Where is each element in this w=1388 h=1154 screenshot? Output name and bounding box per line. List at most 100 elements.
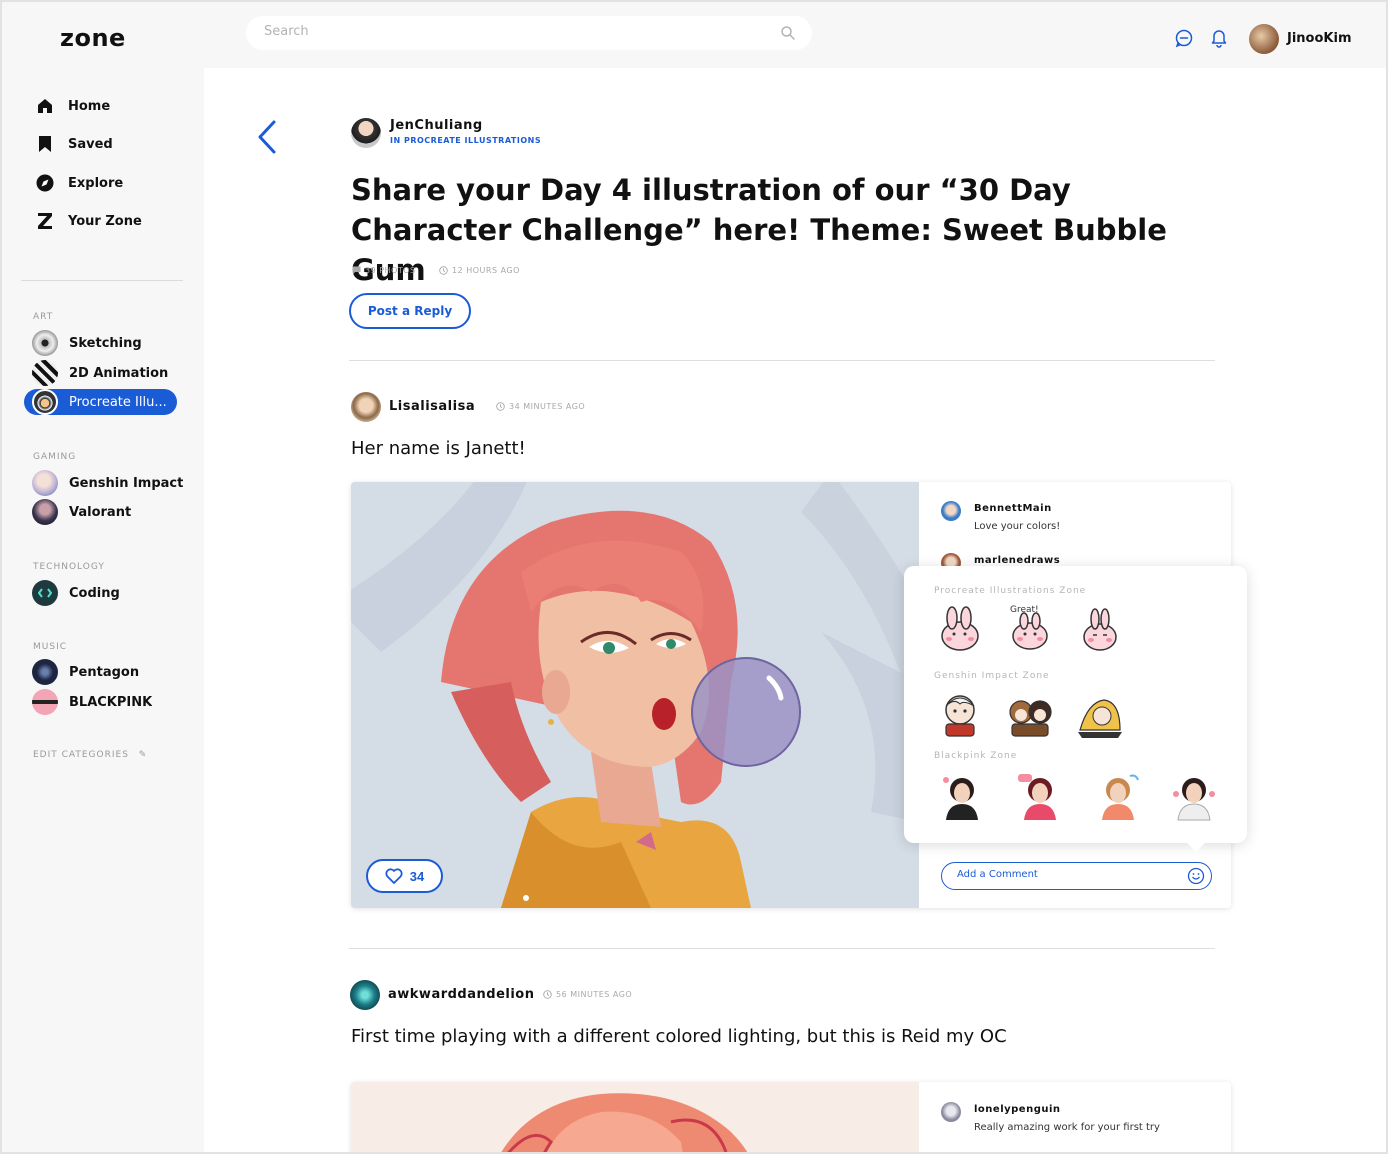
compass-icon [36, 174, 54, 192]
comment-text: Love your colors! [974, 521, 1061, 532]
bookmark-icon [36, 135, 54, 153]
reply-author-name[interactable]: Lisalisalisa [389, 399, 475, 414]
nav-item-explore[interactable]: Explore [36, 172, 123, 194]
category-item-valorant[interactable]: Valorant [24, 499, 131, 525]
genshin-duo-sticker-icon[interactable] [1004, 688, 1056, 740]
sticker-zone-heading: Genshin Impact Zone [934, 671, 1050, 681]
illustration-artwork [351, 482, 919, 908]
divider [349, 360, 1215, 361]
zone-icon [36, 212, 54, 230]
category-item-genshin-impact[interactable]: Genshin Impact [24, 470, 183, 496]
category-item-blackpink[interactable]: BLACKPINK [24, 689, 152, 715]
search-icon[interactable] [780, 25, 796, 41]
shy-bunny-sticker-icon[interactable] [1074, 604, 1126, 656]
category-label: Coding [69, 585, 120, 601]
like-count: 34 [409, 868, 425, 884]
add-comment-field[interactable] [941, 862, 1212, 890]
app-logo[interactable]: zone [60, 24, 126, 52]
notification-bell-icon[interactable] [1209, 27, 1229, 48]
nav-label: Home [68, 98, 111, 114]
reply-time: 56 MINUTES AGO [543, 990, 632, 999]
comment-text: Really amazing work for your first try [974, 1122, 1160, 1133]
category-item-pentagon[interactable]: Pentagon [24, 659, 139, 685]
category-avatar [32, 659, 58, 685]
back-arrow-icon[interactable] [256, 120, 278, 154]
category-item-coding[interactable]: Coding [24, 580, 120, 606]
emoji-icon[interactable] [1187, 867, 1205, 885]
lisa-sticker-icon[interactable] [1092, 770, 1144, 822]
author-avatar[interactable] [351, 118, 381, 148]
category-avatar [32, 389, 58, 415]
reply-card: lonelypenguin Really amazing work for yo… [351, 1082, 1231, 1152]
bunny-sticker-icon[interactable] [934, 604, 986, 656]
comment-author[interactable]: BennettMain [974, 503, 1052, 514]
nav-label: Explore [68, 175, 124, 191]
category-heading-technology: TECHNOLOGY [33, 562, 105, 572]
reply-illustration[interactable] [351, 482, 919, 908]
genshin-traveler-sticker-icon[interactable] [1074, 688, 1126, 740]
clock-icon [543, 990, 552, 999]
category-avatar [32, 689, 58, 715]
genshin-sticker-icon[interactable] [934, 688, 986, 740]
reply-author-avatar[interactable] [350, 980, 380, 1010]
reply-time-label: 56 MINUTES AGO [556, 990, 633, 999]
illustration-artwork [351, 1082, 919, 1152]
reply-time-label: 34 MINUTES AGO [509, 402, 586, 411]
comment-avatar[interactable] [941, 1102, 961, 1122]
search-bar[interactable] [246, 16, 812, 50]
sticker-zone-heading: Procreate Illustrations Zone [934, 586, 1087, 596]
add-comment-input[interactable] [957, 869, 1167, 880]
comment-icon [352, 266, 361, 275]
author-name[interactable]: JenChuliang [390, 118, 483, 133]
user-avatar[interactable] [1249, 24, 1279, 54]
category-item-sketching[interactable]: Sketching [24, 330, 142, 356]
category-label: Pentagon [69, 664, 140, 680]
sidebar: Home Saved Explore Your Zone ART Sketchi… [2, 68, 204, 1152]
top-bar: zone JinooKim [2, 2, 1386, 68]
jisoo-sticker-icon[interactable] [936, 770, 988, 822]
reply-text: First time playing with a different colo… [351, 1026, 1007, 1047]
nav-label: Your Zone [68, 213, 142, 229]
reply-illustration[interactable] [351, 1082, 919, 1152]
heart-icon [385, 868, 403, 884]
rose-sticker-icon[interactable] [1168, 770, 1220, 822]
edit-categories-link[interactable]: EDIT CATEGORIES ✎ [33, 750, 147, 760]
category-avatar [32, 470, 58, 496]
reply-author-name[interactable]: awkwarddandelion [388, 987, 534, 1002]
category-avatar [32, 499, 58, 525]
home-icon [36, 97, 54, 115]
comment-avatar[interactable] [941, 501, 961, 521]
category-heading-music: MUSIC [33, 642, 68, 652]
post-reply-button[interactable]: Post a Reply [349, 293, 471, 329]
jennie-sticker-icon[interactable] [1014, 770, 1066, 822]
category-label: Valorant [69, 504, 132, 520]
comment-author[interactable]: marlenedraws [974, 555, 1060, 566]
pencil-icon: ✎ [138, 750, 148, 760]
photo-count: 39 PHOTOS [352, 266, 416, 275]
nav-item-saved[interactable]: Saved [36, 133, 113, 155]
reply-text: Her name is Janett! [351, 438, 526, 459]
user-name[interactable]: JinooKim [1287, 31, 1352, 46]
category-label: Genshin Impact [69, 475, 184, 491]
clock-icon [439, 266, 448, 275]
comment-author[interactable]: lonelypenguin [974, 1104, 1061, 1115]
like-button[interactable]: 34 [366, 859, 443, 893]
nav-label: Saved [68, 136, 113, 152]
author-zone-link[interactable]: IN PROCREATE ILLUSTRATIONS [390, 136, 541, 145]
category-avatar [32, 330, 58, 356]
nav-item-home[interactable]: Home [36, 95, 110, 117]
reply-author-avatar[interactable] [351, 392, 381, 422]
chat-icon[interactable] [1174, 28, 1194, 48]
clock-icon [496, 402, 505, 411]
app-window: zone JinooKim Home Saved Explore Your Zo… [0, 0, 1388, 1154]
category-label: 2D Animation [69, 365, 169, 381]
reply-time: 34 MINUTES AGO [496, 402, 585, 411]
category-label: Procreate Illu... [69, 394, 167, 410]
category-heading-art: ART [33, 312, 54, 322]
category-item-procreate-illustrations[interactable]: Procreate Illu... [24, 389, 177, 415]
category-item-2d-animation[interactable]: 2D Animation [24, 360, 168, 386]
great-bunny-sticker-icon[interactable]: Great! [1004, 602, 1056, 654]
post-time: 12 HOURS AGO [439, 266, 520, 275]
search-input[interactable] [264, 24, 744, 39]
nav-item-your-zone[interactable]: Your Zone [36, 210, 142, 232]
